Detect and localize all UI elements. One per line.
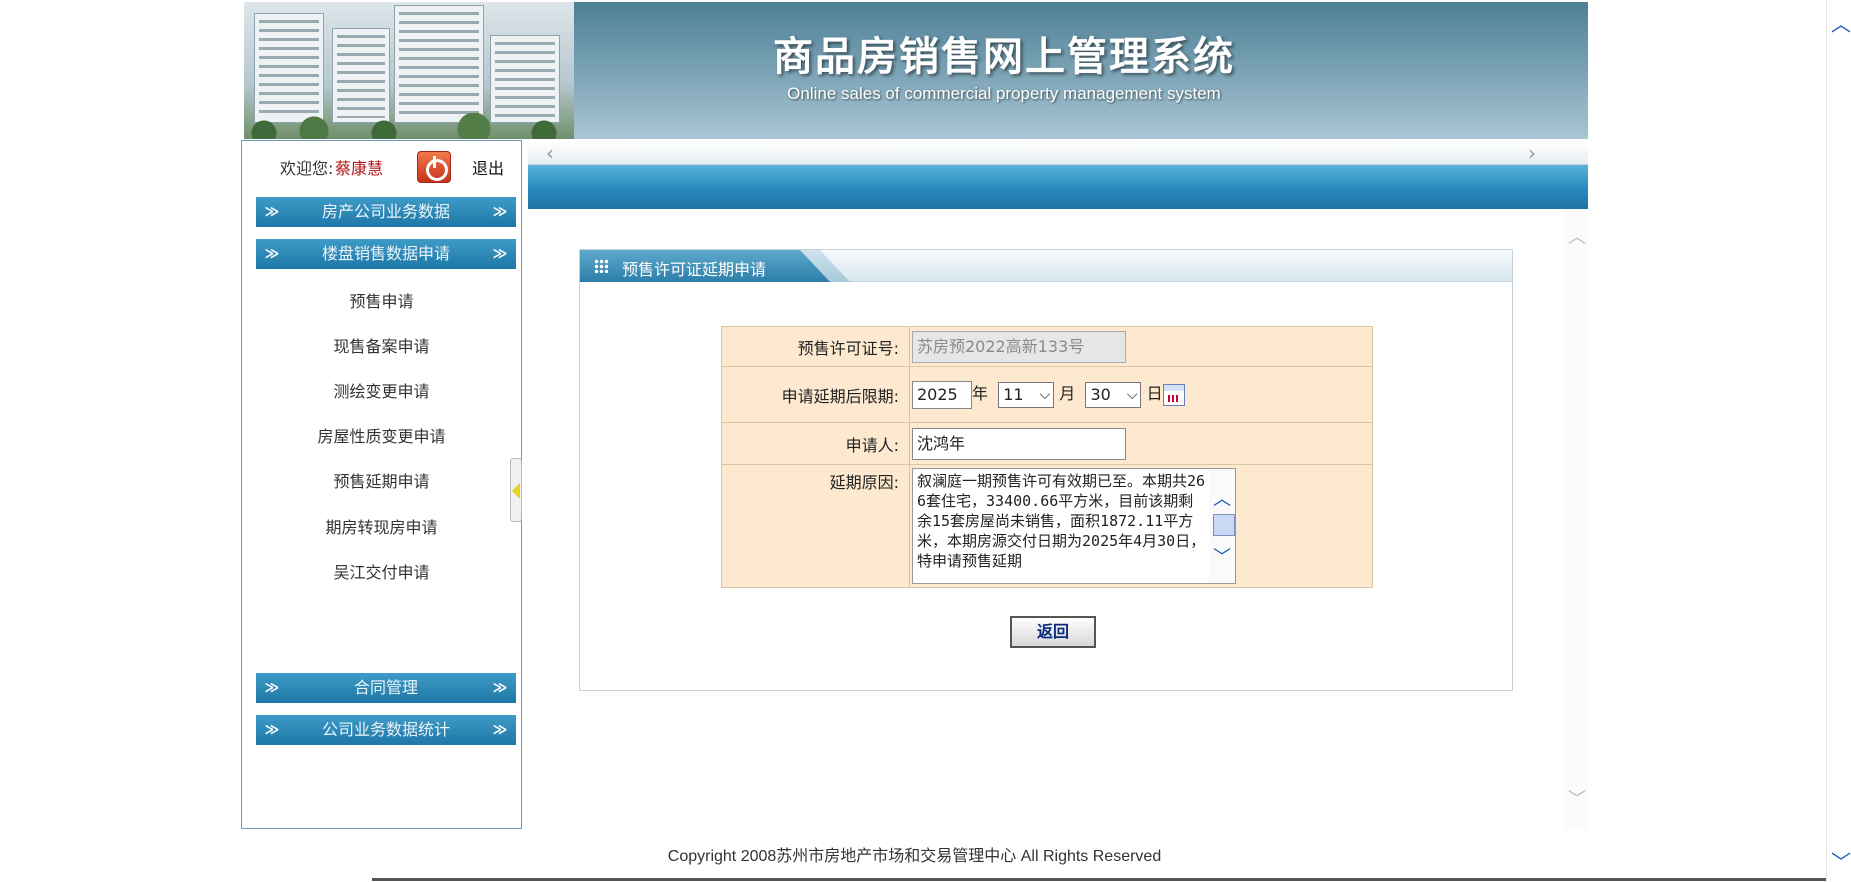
back-button[interactable]: 返回 (1010, 616, 1096, 648)
day-select[interactable]: 30 ⌵ (1085, 381, 1142, 408)
sidebar-item-survey-change[interactable]: 测绘变更申请 (242, 378, 521, 402)
calendar-icon[interactable] (1162, 383, 1185, 406)
menu-section-contract[interactable]: ≫ 合同管理 ≫ (256, 673, 516, 703)
chevron-up-icon[interactable]: ︿ (1831, 8, 1851, 37)
tab-bar: ‹ › (528, 141, 1588, 165)
chevron-up-icon[interactable]: ︿ (1568, 223, 1586, 249)
sidebar: 欢迎您: 蔡康慧 退出 ≫ 房产公司业务数据 ≫ ≫ 楼盘销售数据申请 ≫ 预售… (241, 140, 522, 829)
month-unit: 月 (1059, 384, 1076, 404)
chevron-down-icon: ⌵ (1126, 386, 1138, 403)
sidebar-item-wujiang-delivery[interactable]: 吴江交付申请 (242, 559, 521, 583)
welcome-label: 欢迎您: (280, 159, 334, 178)
system-title: 商品房销售网上管理系统 (773, 33, 1235, 80)
scroll-right-icon[interactable]: › (1528, 141, 1536, 165)
chevron-down-icon[interactable]: ﹀ (1568, 785, 1586, 811)
menu-section-label: 公司业务数据统计 (321, 720, 450, 739)
applicant-field[interactable]: 沈鸿年 (912, 427, 1126, 460)
bottom-divider (372, 878, 1826, 881)
double-chevron-down-icon: ≫ (492, 680, 508, 696)
buildings-image (244, 2, 574, 139)
chevron-up-icon[interactable]: ︿ (1213, 485, 1231, 511)
year-unit: 年 (972, 384, 989, 404)
menu-section-label: 合同管理 (353, 678, 418, 697)
month-value: 11 (1003, 384, 1024, 404)
header-banner: 商品房销售网上管理系统 Online sales of commercial p… (244, 2, 1588, 139)
user-name: 蔡康慧 (335, 159, 384, 178)
scroll-left-icon[interactable]: ‹ (546, 141, 554, 165)
reason-textarea[interactable]: 叙澜庭一期预售许可有效期已至。本期共266套住宅，33400.66平方米，目前该… (912, 468, 1236, 584)
menu-section-sales-application[interactable]: ≫ 楼盘销售数据申请 ≫ (256, 239, 516, 269)
main-scrollbar[interactable]: ︿ ﹀ (1564, 209, 1588, 829)
panel-title: 预售许可证延期申请 (622, 260, 767, 279)
deadline-label: 申请延期后限期: (721, 366, 910, 423)
chevron-down-icon[interactable]: ﹀ (1831, 846, 1851, 875)
day-value: 30 (1090, 384, 1111, 404)
chevron-down-icon[interactable]: ﹀ (1213, 543, 1231, 569)
footer-copyright: Copyright 2008苏州市房地产市场和交易管理中心 All Rights… (667, 848, 1162, 865)
double-chevron-down-icon: ≫ (264, 204, 280, 220)
collapse-left-icon (512, 483, 520, 499)
year-input[interactable]: 2025 (912, 380, 972, 409)
system-subtitle: Online sales of commercial property mana… (787, 84, 1221, 103)
applicant-label: 申请人: (721, 422, 910, 465)
sidebar-item-presale[interactable]: 预售申请 (242, 288, 521, 312)
grid-dots-icon (594, 259, 608, 273)
extension-form-panel: 预售许可证延期申请 预售许可证号: 苏房预2022高新133号 申请延期后限期:… (579, 249, 1513, 691)
chevron-down-icon: ⌵ (1039, 386, 1051, 403)
power-icon[interactable] (417, 151, 451, 183)
menu-section-label: 房产公司业务数据 (321, 202, 450, 221)
sidebar-item-presale-extension[interactable]: 预售延期申请 (242, 468, 521, 492)
page-scrollbar[interactable]: ︿ ﹀ (1826, 0, 1851, 882)
panel-header: 预售许可证延期申请 (580, 250, 1512, 282)
permit-number-label: 预售许可证号: (721, 326, 910, 367)
reason-label: 延期原因: (721, 464, 910, 588)
menu-section-company-data[interactable]: ≫ 房产公司业务数据 ≫ (256, 197, 516, 227)
reason-text: 叙澜庭一期预售许可有效期已至。本期共266套住宅，33400.66平方米，目前该… (917, 472, 1206, 570)
permit-number-field: 苏房预2022高新133号 (912, 330, 1126, 363)
textarea-scrollbar[interactable]: ︿ ﹀ (1209, 469, 1235, 583)
double-chevron-down-icon: ≫ (492, 722, 508, 738)
scroll-thumb[interactable] (1213, 514, 1235, 536)
logout-link[interactable]: 退出 (472, 155, 504, 179)
content-header-band (528, 165, 1588, 209)
month-select[interactable]: 11 ⌵ (998, 381, 1055, 408)
sidebar-item-current-sale-filing[interactable]: 现售备案申请 (242, 333, 521, 357)
double-chevron-down-icon: ≫ (264, 722, 280, 738)
sidebar-collapse-toggle[interactable] (510, 458, 522, 522)
welcome-bar: 欢迎您: 蔡康慧 退出 (242, 145, 521, 183)
double-chevron-down-icon: ≫ (492, 204, 508, 220)
extension-form: 预售许可证号: 苏房预2022高新133号 申请延期后限期: 2025 年 11 ⌵… (721, 326, 1373, 588)
sidebar-item-forward-to-spot[interactable]: 期房转现房申请 (242, 514, 521, 538)
double-chevron-down-icon: ≫ (264, 680, 280, 696)
menu-section-statistics[interactable]: ≫ 公司业务数据统计 ≫ (256, 715, 516, 745)
day-unit: 日 (1146, 384, 1163, 404)
double-chevron-down-icon: ≫ (264, 246, 280, 262)
double-chevron-down-icon: ≫ (492, 246, 508, 262)
menu-section-label: 楼盘销售数据申请 (321, 244, 450, 263)
sidebar-item-property-type-change[interactable]: 房屋性质变更申请 (242, 423, 521, 447)
